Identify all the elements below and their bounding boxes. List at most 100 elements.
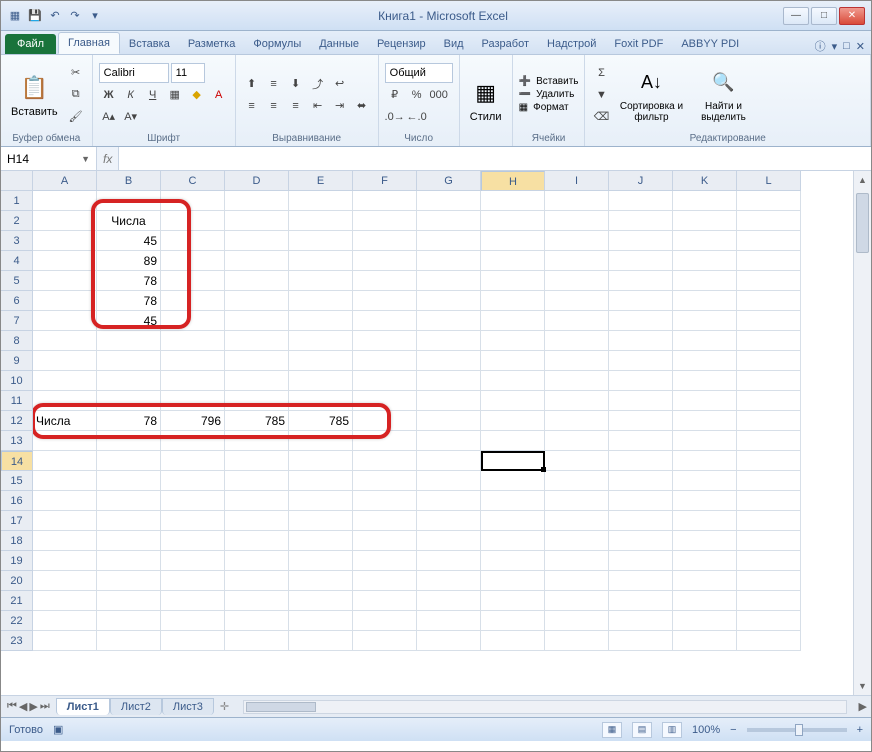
cell-J15[interactable] — [609, 471, 673, 491]
name-box-dropdown-icon[interactable]: ▼ — [81, 154, 90, 164]
cell-K4[interactable] — [673, 251, 737, 271]
cell-D11[interactable] — [225, 391, 289, 411]
hscroll-thumb[interactable] — [246, 702, 316, 712]
cell-L2[interactable] — [737, 211, 801, 231]
cell-A18[interactable] — [33, 531, 97, 551]
view-normal-icon[interactable]: ▦ — [602, 722, 622, 738]
orientation-icon[interactable]: ⤴ — [308, 74, 328, 94]
tab-review[interactable]: Рецензир — [368, 34, 435, 54]
cell-F21[interactable] — [353, 591, 417, 611]
cell-L21[interactable] — [737, 591, 801, 611]
cell-J21[interactable] — [609, 591, 673, 611]
cell-I15[interactable] — [545, 471, 609, 491]
cell-F3[interactable] — [353, 231, 417, 251]
underline-button[interactable]: Ч — [143, 85, 163, 105]
row-header-10[interactable]: 10 — [1, 371, 33, 391]
cell-F14[interactable] — [353, 451, 417, 471]
cell-D13[interactable] — [225, 431, 289, 451]
cell-L20[interactable] — [737, 571, 801, 591]
cell-I16[interactable] — [545, 491, 609, 511]
cell-G22[interactable] — [417, 611, 481, 631]
cell-H5[interactable] — [481, 271, 545, 291]
cell-J20[interactable] — [609, 571, 673, 591]
row-header-16[interactable]: 16 — [1, 491, 33, 511]
cell-C18[interactable] — [161, 531, 225, 551]
view-page-layout-icon[interactable]: ▤ — [632, 722, 652, 738]
cell-E5[interactable] — [289, 271, 353, 291]
cell-F2[interactable] — [353, 211, 417, 231]
cell-C10[interactable] — [161, 371, 225, 391]
zoom-out-icon[interactable]: − — [730, 724, 736, 736]
cell-B16[interactable] — [97, 491, 161, 511]
cell-H13[interactable] — [481, 431, 545, 451]
format-cells-icon[interactable]: ▦ — [519, 102, 528, 113]
cell-K5[interactable] — [673, 271, 737, 291]
cell-B5[interactable]: 78 — [97, 271, 161, 291]
zoom-in-icon[interactable]: + — [857, 724, 863, 736]
cell-D23[interactable] — [225, 631, 289, 651]
cell-J17[interactable] — [609, 511, 673, 531]
cell-C13[interactable] — [161, 431, 225, 451]
cell-L8[interactable] — [737, 331, 801, 351]
cell-D20[interactable] — [225, 571, 289, 591]
cell-L13[interactable] — [737, 431, 801, 451]
cell-A3[interactable] — [33, 231, 97, 251]
cell-H22[interactable] — [481, 611, 545, 631]
tab-file[interactable]: Файл — [5, 34, 56, 54]
cell-L19[interactable] — [737, 551, 801, 571]
cell-B21[interactable] — [97, 591, 161, 611]
cell-C21[interactable] — [161, 591, 225, 611]
tab-view[interactable]: Вид — [435, 34, 473, 54]
shrink-font-icon[interactable]: A▾ — [121, 107, 141, 127]
cell-L5[interactable] — [737, 271, 801, 291]
sheet-tab-1[interactable]: Лист1 — [56, 698, 110, 715]
sheet-tab-2[interactable]: Лист2 — [110, 698, 162, 715]
cell-G1[interactable] — [417, 191, 481, 211]
cell-K2[interactable] — [673, 211, 737, 231]
cell-G13[interactable] — [417, 431, 481, 451]
cell-B3[interactable]: 45 — [97, 231, 161, 251]
cell-E22[interactable] — [289, 611, 353, 631]
cell-H17[interactable] — [481, 511, 545, 531]
cell-J12[interactable] — [609, 411, 673, 431]
row-header-14[interactable]: 14 — [1, 451, 33, 471]
cell-L7[interactable] — [737, 311, 801, 331]
cell-G16[interactable] — [417, 491, 481, 511]
cell-B12[interactable]: 78 — [97, 411, 161, 431]
cell-A12[interactable]: Числа — [33, 411, 97, 431]
cell-K14[interactable] — [673, 451, 737, 471]
cell-A5[interactable] — [33, 271, 97, 291]
cell-F11[interactable] — [353, 391, 417, 411]
font-name-select[interactable] — [99, 63, 169, 83]
cell-H23[interactable] — [481, 631, 545, 651]
cell-K22[interactable] — [673, 611, 737, 631]
tab-home[interactable]: Главная — [58, 32, 120, 54]
cell-L12[interactable] — [737, 411, 801, 431]
cell-H9[interactable] — [481, 351, 545, 371]
cell-L9[interactable] — [737, 351, 801, 371]
clear-icon[interactable]: ⌫ — [591, 107, 611, 127]
cell-F19[interactable] — [353, 551, 417, 571]
sheet-next-icon[interactable]: ▶ — [29, 700, 37, 713]
cell-F23[interactable] — [353, 631, 417, 651]
row-header-3[interactable]: 3 — [1, 231, 33, 251]
cell-H16[interactable] — [481, 491, 545, 511]
cell-G14[interactable] — [417, 451, 481, 471]
cell-D12[interactable]: 785 — [225, 411, 289, 431]
cell-D15[interactable] — [225, 471, 289, 491]
cell-E2[interactable] — [289, 211, 353, 231]
cell-C22[interactable] — [161, 611, 225, 631]
cell-B9[interactable] — [97, 351, 161, 371]
cut-icon[interactable]: ✂ — [66, 63, 86, 83]
ribbon-close-icon[interactable]: ✕ — [856, 40, 865, 53]
cell-J16[interactable] — [609, 491, 673, 511]
select-all-corner[interactable] — [1, 171, 33, 191]
cell-A17[interactable] — [33, 511, 97, 531]
cell-C17[interactable] — [161, 511, 225, 531]
cells-area[interactable]: Числа4589787845Числа78796785785 — [33, 191, 853, 695]
cell-L4[interactable] — [737, 251, 801, 271]
row-header-11[interactable]: 11 — [1, 391, 33, 411]
cell-G4[interactable] — [417, 251, 481, 271]
cell-I8[interactable] — [545, 331, 609, 351]
italic-button[interactable]: К — [121, 85, 141, 105]
